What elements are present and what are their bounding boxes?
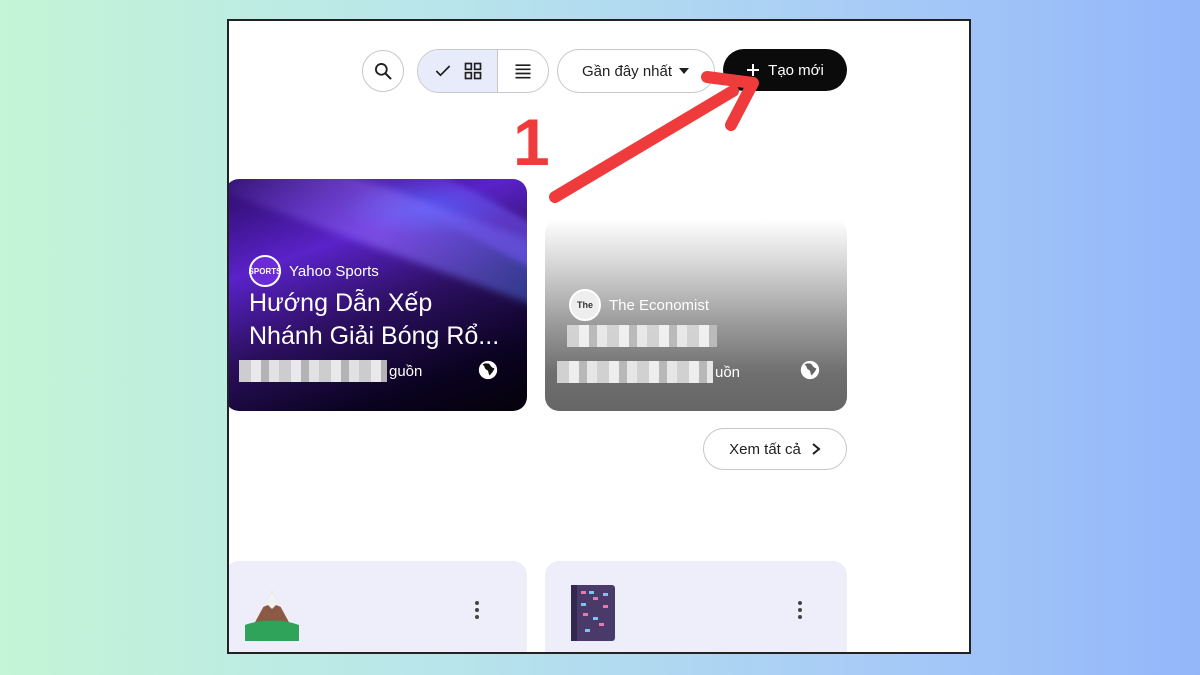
notebook-card[interactable] [545,561,847,652]
source-card-economist[interactable]: The The Economist uồn [545,219,847,411]
redacted-text [567,325,717,347]
globe-icon [800,360,820,380]
see-all-label: Xem tất cả [729,440,801,458]
economist-logo-icon: The [569,289,601,321]
card-title-line: Hướng Dẫn Xếp [249,289,433,317]
card-meta-suffix: guồn [389,362,423,380]
annotation-step-number: 1 [513,105,550,179]
card-meta: uồn [557,361,740,383]
more-options-icon[interactable] [475,601,479,619]
redacted-text [557,361,713,383]
globe-icon [478,360,498,380]
card-source: SPORTS Yahoo Sports [249,255,379,287]
app-frame: Gần đây nhất Tạo mới 1 SPORTS Yahoo Spor… [227,19,971,654]
source-card-yahoo[interactable]: SPORTS Yahoo Sports Hướng Dẫn Xếp Nhánh … [229,179,527,411]
chevron-right-icon [812,443,821,455]
see-all-button[interactable]: Xem tất cả [703,428,847,470]
yahoo-sports-logo-icon: SPORTS [249,255,281,287]
card-title-line: Nhánh Giải Bóng Rổ... [249,322,500,350]
redacted-text [239,360,387,382]
notebook-card[interactable] [229,561,527,652]
mountain-emoji-icon [245,591,299,641]
card-source-name: Yahoo Sports [289,262,379,280]
card-source: The The Economist [569,289,709,321]
card-meta: guồn [239,360,422,382]
card-source-name: The Economist [609,296,710,314]
card-title: Hướng Dẫn Xếp Nhánh Giải Bóng Rổ... [249,287,499,353]
card-meta-suffix: uồn [715,363,741,381]
book-emoji-icon [571,585,615,641]
more-options-icon[interactable] [798,601,802,619]
card-title-redacted [567,325,719,347]
